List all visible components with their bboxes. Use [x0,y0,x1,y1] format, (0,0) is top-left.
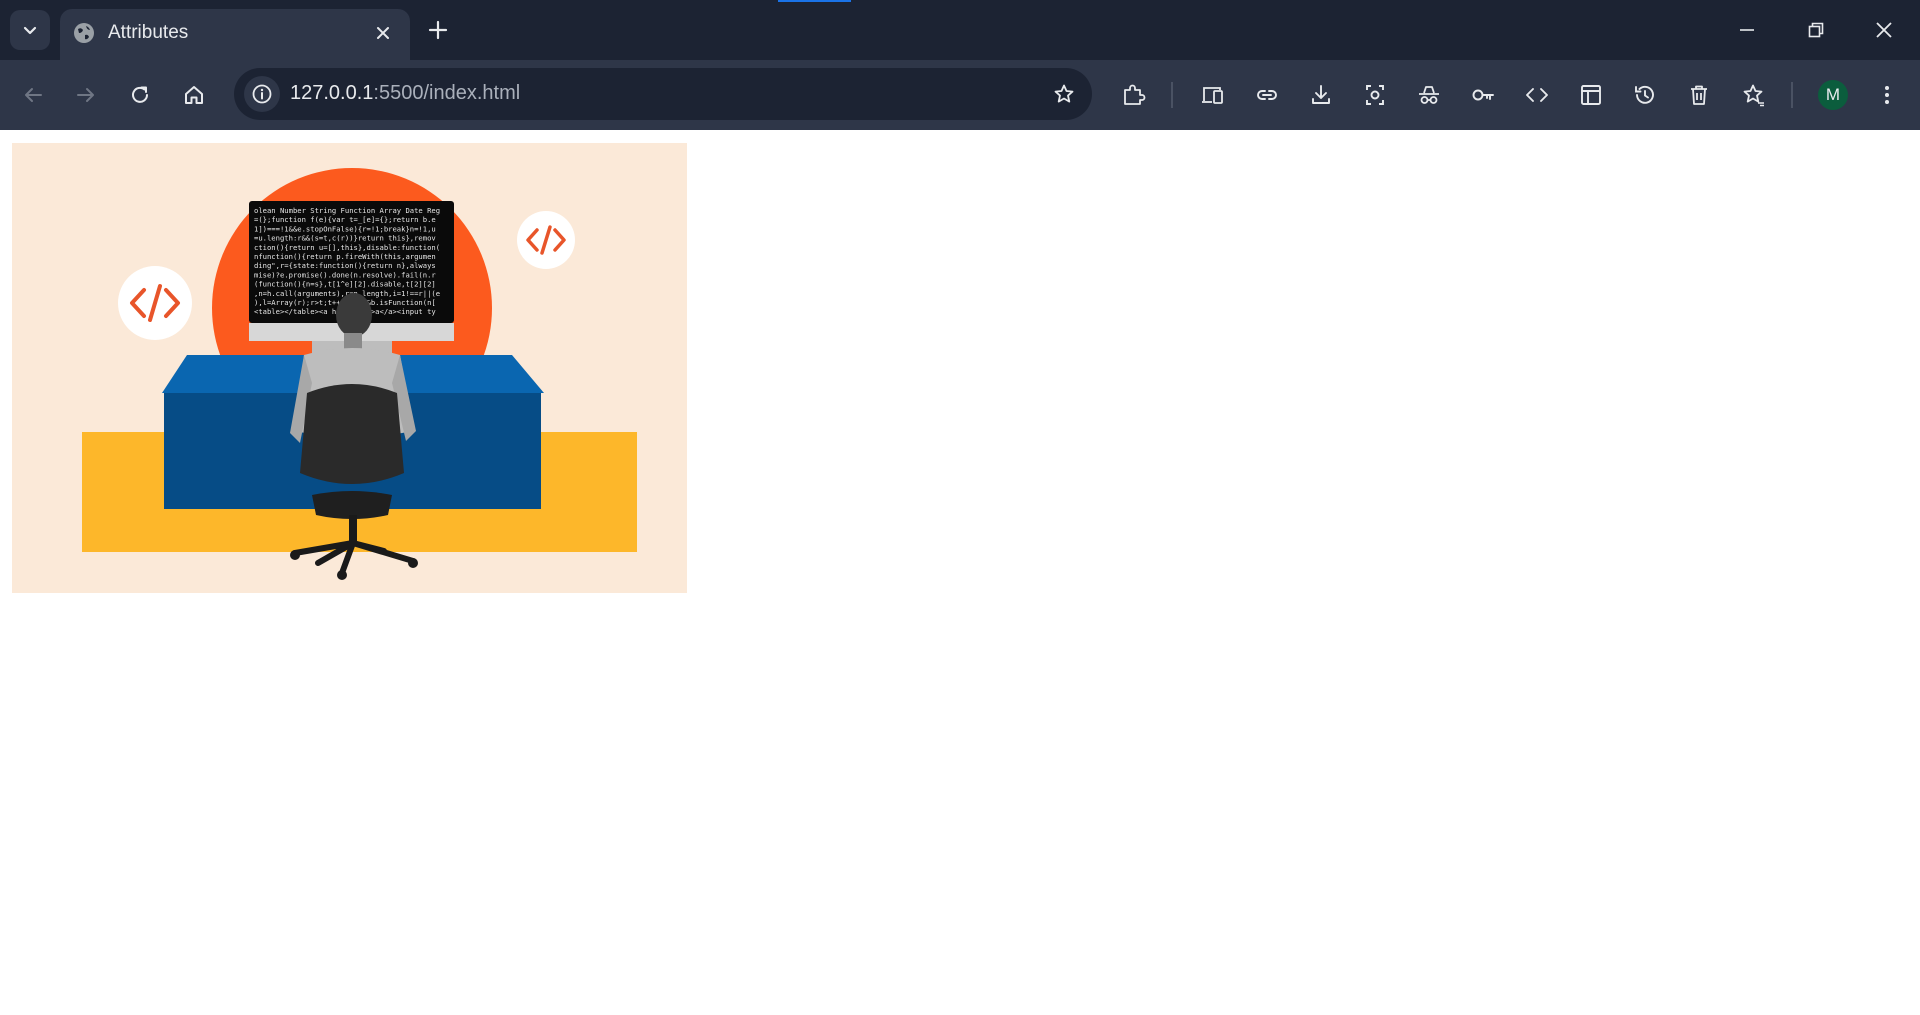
puzzle-icon [1124,84,1146,105]
arrow-left-icon [25,88,42,102]
globe-icon [74,23,94,43]
toolbar: 127.0.0.1:5500/index.html M [0,60,1920,130]
history-icon [1635,85,1654,104]
incognito-icon [1419,86,1439,104]
active-tab[interactable]: Attributes [60,9,410,60]
screenshot-icon [1366,85,1384,105]
clear-data-button[interactable] [1681,77,1717,113]
device-toggle-button[interactable] [1195,77,1231,113]
code-line: =u.length:r&&(s=t,c(r))}return this},rem… [254,234,436,243]
loading-indicator [778,0,851,2]
menu-button[interactable] [1869,77,1905,113]
code-icon [1526,88,1548,102]
tab-search-button[interactable] [10,10,50,50]
link-icon [1257,90,1277,100]
extensions-button[interactable] [1115,77,1151,113]
person-head [336,293,372,337]
close-tab-icon[interactable] [372,22,394,44]
trash-icon [1691,85,1707,105]
downloads-button[interactable] [1303,77,1339,113]
hero-illustration: olean Number String Function Array Date … [12,143,687,593]
url-text[interactable]: 127.0.0.1:5500/index.html [290,82,520,105]
restore-button[interactable] [1798,12,1834,48]
minimize-button[interactable] [1729,12,1765,48]
layout-icon [1581,85,1601,105]
code-line: olean Number String Function Array Date … [254,206,440,215]
chair-wheel [290,550,300,560]
close-window-button[interactable] [1866,12,1902,48]
new-tab-icon[interactable] [424,16,452,44]
download-icon [1312,85,1330,104]
restore-icon [1808,22,1824,38]
site-info-button[interactable] [244,76,280,112]
reload-button[interactable] [122,77,158,113]
devtools-button[interactable] [1519,77,1555,113]
title-bar: Attributes [0,0,1920,60]
home-button[interactable] [176,77,212,113]
code-line: mise)?e.promise().done(n.resolve).fail(n… [254,270,436,279]
bookmarks-button[interactable] [1735,77,1771,113]
profile-avatar[interactable]: M [1818,80,1848,110]
passwords-button[interactable] [1465,77,1501,113]
chair-wheel [337,570,347,580]
page-content: olean Number String Function Array Date … [0,130,1920,1015]
arrow-right-icon [77,88,94,102]
forward-button[interactable] [68,77,104,113]
more-vert-icon [1885,86,1889,104]
url-host: 127.0.0.1 [290,82,374,104]
bookmark-button[interactable] [1046,76,1082,112]
home-icon [185,86,203,104]
toolbar-divider [1791,82,1793,108]
toolbar-divider [1171,82,1173,108]
chair-seat [312,491,392,519]
person-neck [344,333,362,349]
side-panel-button[interactable] [1573,77,1609,113]
code-line: ction(){return u=[],this},disable:functi… [254,243,440,252]
back-button[interactable] [15,77,51,113]
code-line: ding",r={state:function(){return n},alwa… [254,261,436,270]
star-list-icon [1743,84,1764,107]
chevron-down-icon [23,26,37,35]
screenshot-button[interactable] [1357,77,1393,113]
key-icon [1472,89,1494,101]
code-line: 1])===!1&&e.stopOnFalse){r=!1;break}n=!1… [254,224,436,233]
reload-icon [132,86,148,103]
code-line: =(};function f(e){var t=_[e]={};return b… [254,215,436,224]
devices-icon [1202,87,1223,104]
history-button[interactable] [1627,77,1663,113]
minimize-icon [1740,29,1754,31]
close-icon [1876,22,1892,38]
chair-back [300,384,404,484]
url-path: :5500/index.html [373,82,521,104]
info-icon [252,84,272,104]
chair-post [349,515,357,543]
code-line: (function(){n=s},t[1^e][2].disable,t[2][… [254,280,436,289]
tab-title: Attributes [108,22,189,43]
copy-link-button[interactable] [1249,77,1285,113]
incognito-button[interactable] [1411,77,1447,113]
chair-wheel [408,558,418,568]
star-icon [1054,84,1074,103]
address-bar[interactable]: 127.0.0.1:5500/index.html [234,68,1092,120]
code-line: nfunction(){return p.fireWith(this,argum… [254,252,436,261]
